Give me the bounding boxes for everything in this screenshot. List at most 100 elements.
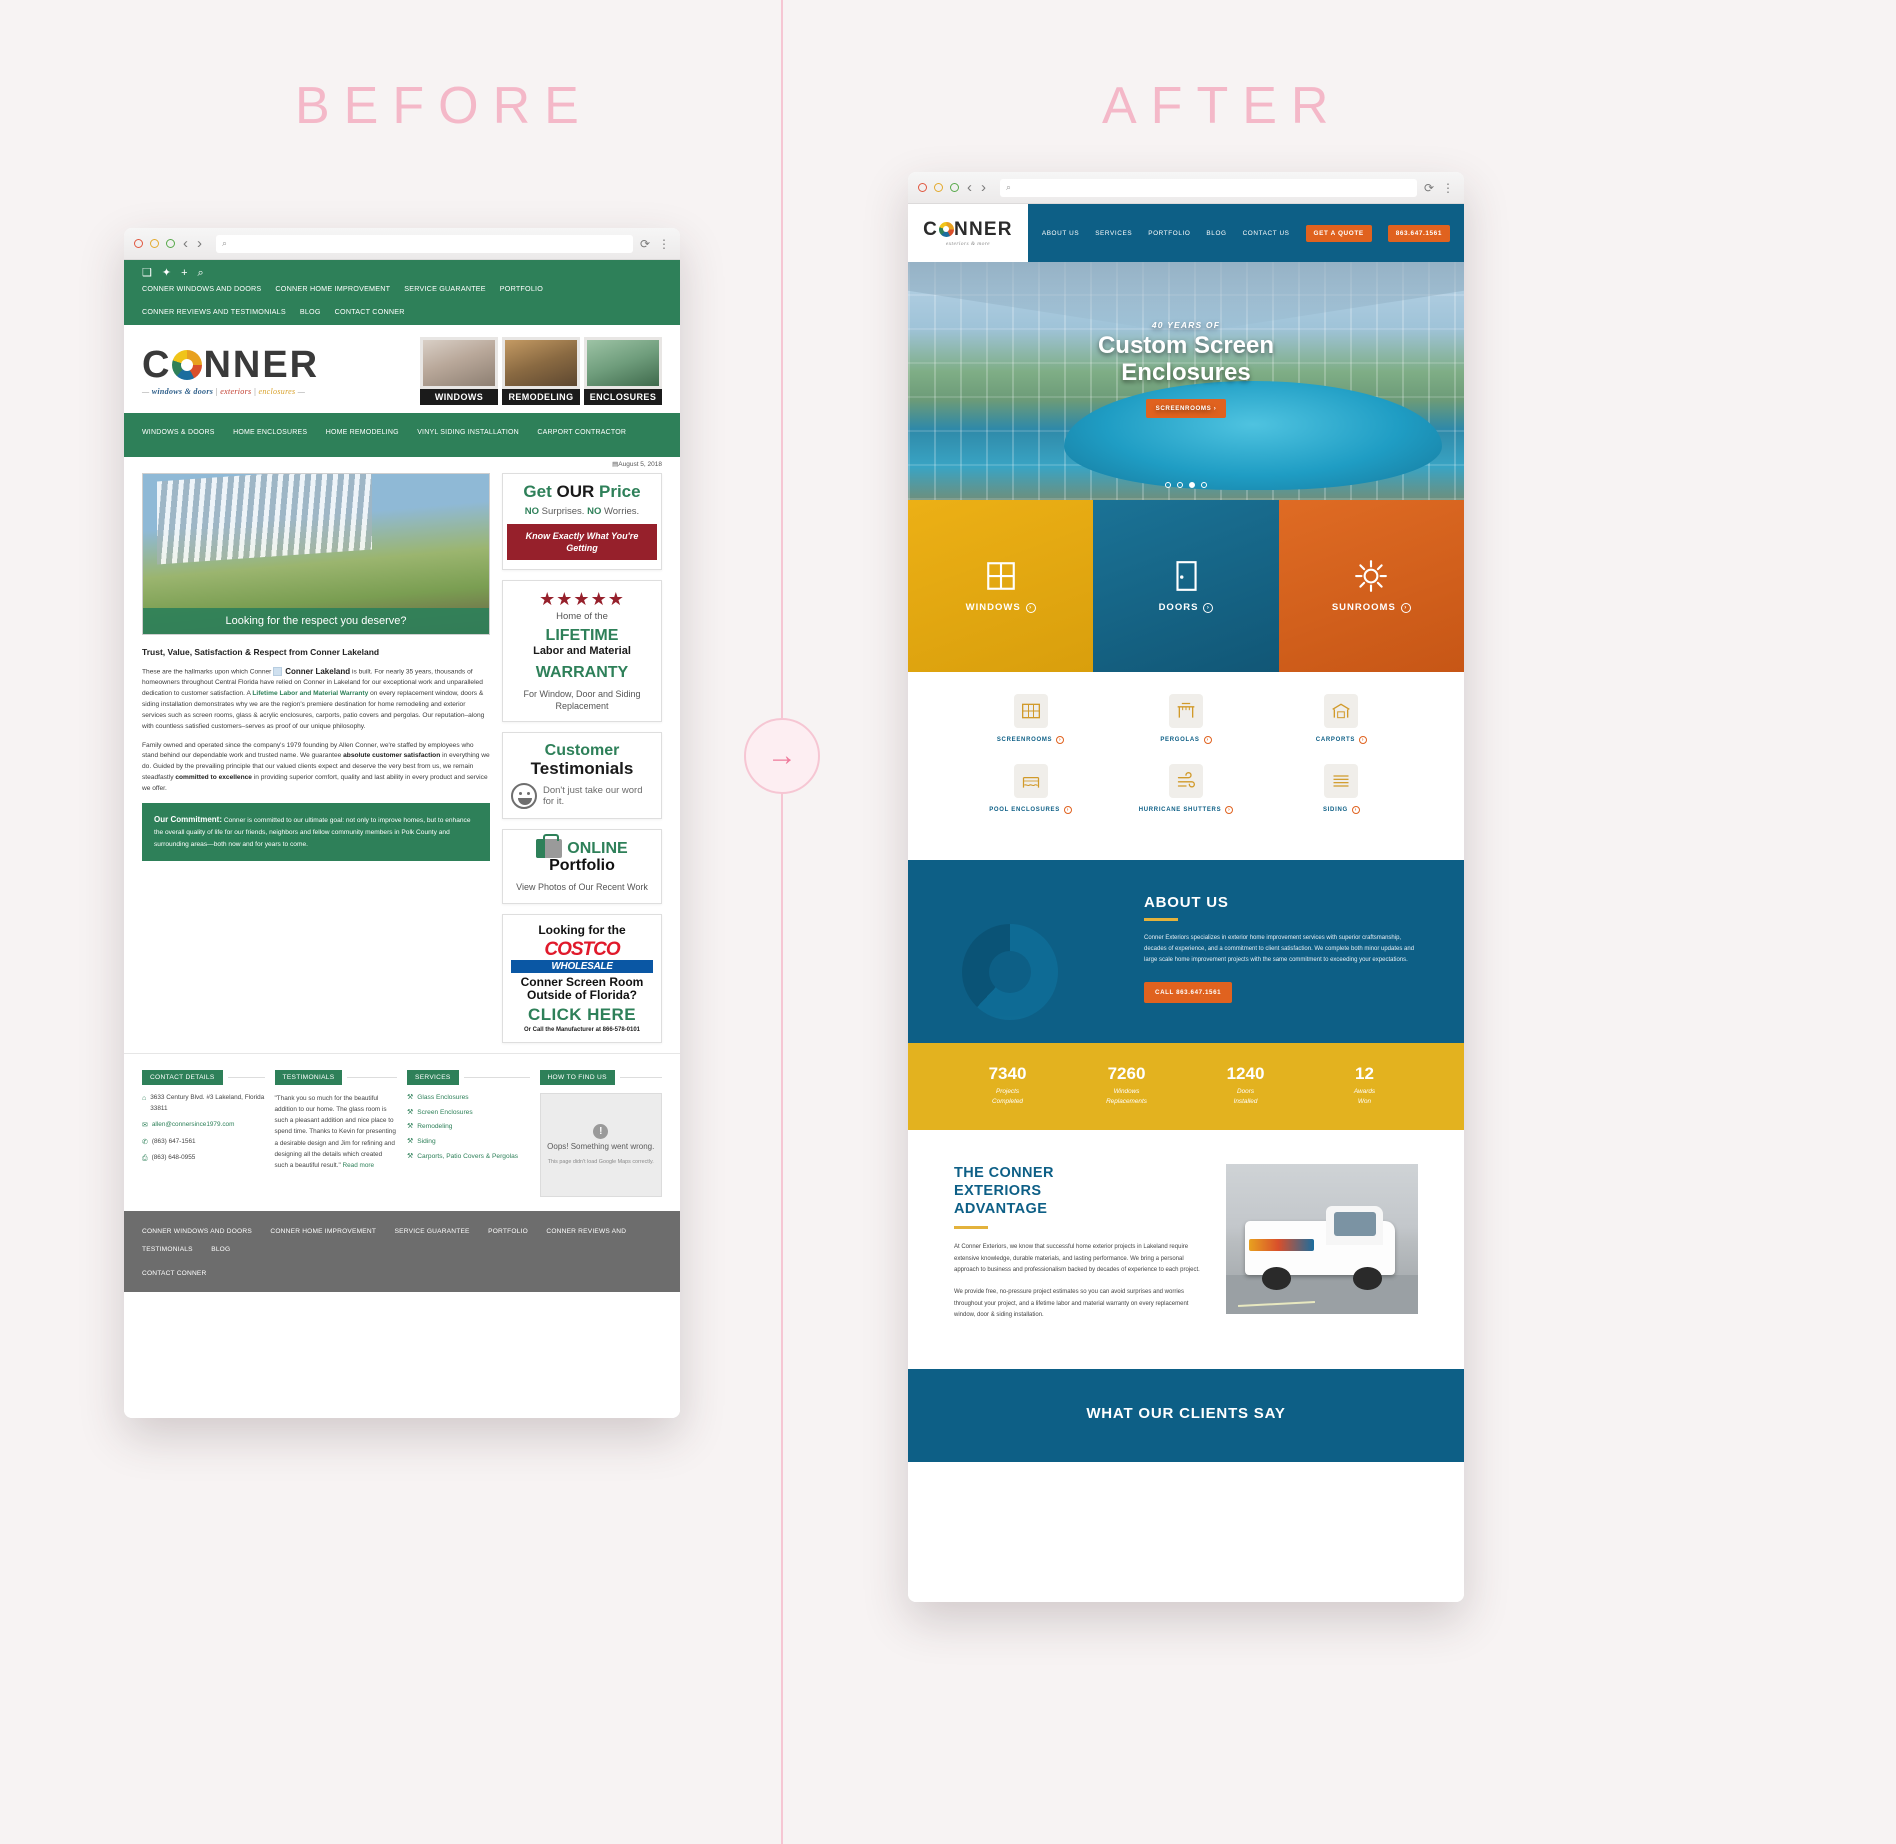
hammer-icon: ⚒ — [407, 1153, 414, 1161]
after-hero-slider[interactable]: 40 YEARS OF Custom Screen Enclosures SCR… — [908, 262, 1464, 500]
service-carports[interactable]: CARPORTS › — [1265, 694, 1418, 744]
minimize-dot-icon[interactable] — [934, 183, 943, 192]
reload-icon[interactable]: ⟳ — [640, 237, 650, 251]
before-logo[interactable]: C NNER — windows & doors | exteriors | e… — [142, 346, 319, 396]
footer-menu-item[interactable]: SERVICE GUARANTEE — [395, 1228, 470, 1235]
hero-cta-button[interactable]: SCREENROOMS › — [1145, 398, 1227, 418]
maximize-dot-icon[interactable] — [166, 239, 175, 248]
nav-item-blog[interactable]: BLOG — [1206, 230, 1226, 237]
service-hurricane-shutters[interactable]: HURRICANE SHUTTERS › — [1109, 764, 1262, 814]
service-screenrooms[interactable]: SCREENROOMS › — [954, 694, 1107, 744]
service-siding[interactable]: SIDING › — [1265, 764, 1418, 814]
close-dot-icon[interactable] — [918, 183, 927, 192]
category-tile-remodeling[interactable]: REMODELING — [502, 337, 580, 405]
trio-tile-windows[interactable]: WINDOWS › — [908, 500, 1094, 672]
costco-line2: Conner Screen Room Outside of Florida? — [520, 974, 644, 1003]
nav-item-about[interactable]: ABOUT US — [1042, 230, 1079, 237]
sun-icon — [1355, 560, 1388, 592]
service-item[interactable]: Screen Enclosures — [417, 1108, 472, 1118]
category-tile-windows[interactable]: WINDOWS — [420, 337, 498, 405]
minimize-dot-icon[interactable] — [150, 239, 159, 248]
before-hero[interactable]: Looking for the respect you deserve? — [142, 473, 490, 635]
facebook-icon[interactable]: ❑ — [142, 268, 152, 279]
footer-menu-item[interactable]: CONTACT CONNER — [142, 1270, 206, 1277]
menu-item[interactable]: BLOG — [300, 307, 321, 316]
menu-item[interactable]: CONNER REVIEWS AND TESTIMONIALS — [142, 307, 286, 316]
briefcase-icon — [536, 834, 563, 859]
address-bar[interactable]: ⌕ — [216, 234, 633, 253]
footer-menu-item[interactable]: PORTFOLIO — [488, 1228, 528, 1235]
arrow-right-icon: › — [1056, 736, 1065, 744]
menu-item[interactable]: CONNER WINDOWS AND DOORS — [142, 284, 261, 293]
widget-warranty[interactable]: ★★★★★ Home of the LIFETIME Labor and Mat… — [502, 579, 662, 723]
after-logo[interactable]: C NNER exteriors & more — [908, 204, 1028, 262]
kebab-menu-icon[interactable]: ⋮ — [1442, 181, 1454, 195]
maximize-dot-icon[interactable] — [950, 183, 959, 192]
trio-tile-doors[interactable]: DOORS › — [1093, 500, 1279, 672]
slider-dots[interactable] — [908, 482, 1464, 488]
footer-menu-item[interactable]: CONNER WINDOWS AND DOORS — [142, 1228, 252, 1235]
about-call-button[interactable]: CALL 863.647.1561 — [1144, 982, 1233, 1004]
nav-item-contact[interactable]: CONTACT US — [1243, 230, 1290, 237]
warranty-word: WARRANTY — [535, 663, 629, 681]
fax-icon: ⎙ — [142, 1155, 148, 1163]
service-item[interactable]: Remodeling — [417, 1122, 452, 1132]
read-more-link[interactable]: Read more — [343, 1162, 375, 1169]
slider-dot[interactable] — [1165, 482, 1171, 488]
phone-button[interactable]: 863.647.1561 — [1387, 224, 1450, 242]
reload-icon[interactable]: ⟳ — [1424, 181, 1434, 195]
close-dot-icon[interactable] — [134, 239, 143, 248]
before-topbar: ❑ ✦ + ⌕ CONNER WINDOWS AND DOORS CONNER … — [124, 260, 680, 325]
kebab-menu-icon[interactable]: ⋮ — [658, 237, 670, 251]
service-item[interactable]: Carports, Patio Covers & Pergolas — [417, 1152, 518, 1162]
trio-label-text: WINDOWS — [965, 602, 1021, 613]
search-icon[interactable]: ⌕ — [198, 268, 204, 279]
costco-brand: COSTCO — [544, 938, 620, 960]
before-content: Looking for the respect you deserve? Tru… — [124, 473, 680, 1053]
slider-dot[interactable] — [1201, 482, 1207, 488]
widget-costco[interactable]: Looking for the COSTCO WHOLESALE Conner … — [502, 913, 662, 1043]
forward-icon[interactable]: › — [981, 179, 986, 196]
menu-item[interactable]: PORTFOLIO — [500, 284, 543, 293]
widget-testimonials[interactable]: Customer Testimonials Don't just take ou… — [502, 732, 662, 820]
costco-cta[interactable]: CLICK HERE — [511, 1005, 653, 1025]
plus-icon[interactable]: + — [181, 268, 187, 279]
widget-online-portfolio[interactable]: ONLINE Portfolio View Photos of Our Rece… — [502, 829, 662, 904]
back-icon[interactable]: ‹ — [967, 179, 972, 196]
menu-item[interactable]: CONTACT CONNER — [335, 307, 405, 316]
costco-line1: Looking for the — [538, 922, 626, 937]
trio-tile-sunrooms[interactable]: SUNROOMS › — [1278, 500, 1464, 672]
after-label: AFTER — [1102, 77, 1343, 135]
nav-item[interactable]: HOME REMODELING — [326, 429, 399, 436]
nav-item-portfolio[interactable]: PORTFOLIO — [1148, 230, 1190, 237]
twitter-icon[interactable]: ✦ — [162, 268, 171, 279]
nav-item[interactable]: CARPORT CONTRACTOR — [537, 429, 626, 436]
warranty-link[interactable]: Lifetime Labor and Material Warranty — [252, 690, 368, 697]
category-tile-enclosures[interactable]: ENCLOSURES — [584, 337, 662, 405]
back-icon[interactable]: ‹ — [183, 235, 188, 252]
address-bar[interactable]: ⌕ — [1000, 178, 1417, 197]
service-pool-enclosures[interactable]: POOL ENCLOSURES › — [954, 764, 1107, 814]
nav-item-services[interactable]: SERVICES — [1095, 230, 1132, 237]
widget-get-our-price[interactable]: Get OUR Price NO Surprises. NO Worries. … — [502, 473, 662, 570]
nav-item[interactable]: WINDOWS & DOORS — [142, 429, 215, 436]
slider-dot[interactable] — [1177, 482, 1183, 488]
service-label: CARPORTS — [1315, 737, 1356, 743]
forward-icon[interactable]: › — [197, 235, 202, 252]
menu-item[interactable]: SERVICE GUARANTEE — [404, 284, 486, 293]
service-pergolas[interactable]: PERGOLAS › — [1109, 694, 1262, 744]
footer-menu-item[interactable]: BLOG — [211, 1246, 230, 1253]
service-item[interactable]: Siding — [417, 1137, 435, 1147]
contact-email[interactable]: allen@connersince1979.com — [152, 1120, 235, 1132]
advantage-title-3: ADVANTAGE — [954, 1201, 1048, 1218]
star-rating-icon: ★★★★★ — [539, 588, 625, 609]
search-icon: ⌕ — [222, 238, 228, 248]
menu-item[interactable]: CONNER HOME IMPROVEMENT — [275, 284, 390, 293]
nav-item[interactable]: VINYL SIDING INSTALLATION — [417, 429, 519, 436]
services-row-1: SCREENROOMS › PERGOLAS › CARPORTS › — [954, 694, 1418, 744]
slider-dot-active[interactable] — [1189, 482, 1195, 488]
nav-item[interactable]: HOME ENCLOSURES — [233, 429, 307, 436]
service-item[interactable]: Glass Enclosures — [417, 1093, 468, 1103]
get-a-quote-button[interactable]: GET A QUOTE — [1305, 224, 1372, 242]
footer-menu-item[interactable]: CONNER HOME IMPROVEMENT — [270, 1228, 376, 1235]
